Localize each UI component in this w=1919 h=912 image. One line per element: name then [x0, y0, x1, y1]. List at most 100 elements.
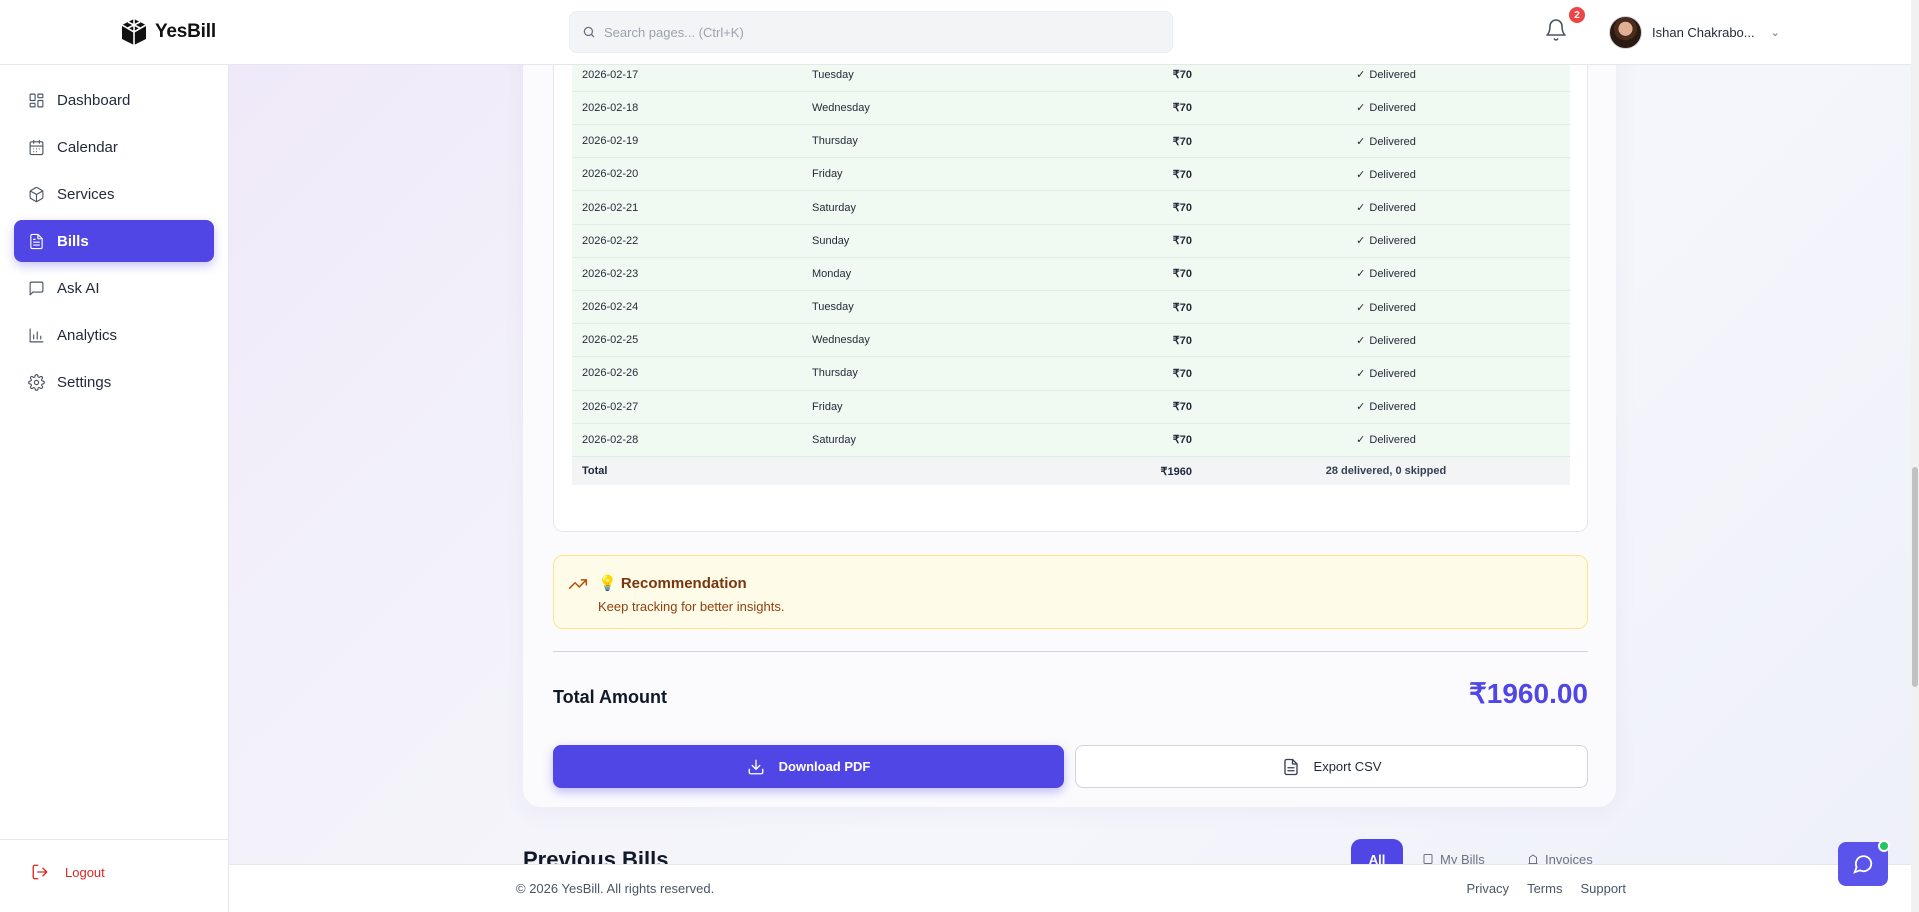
status-label: Delivered	[1369, 202, 1416, 215]
amount-cell: ₹70	[1172, 102, 1192, 115]
amount-cell: ₹70	[1172, 401, 1192, 414]
day-cell: Thursday	[812, 135, 858, 148]
sidebar-nav: Dashboard Calendar Services Bills Ask AI…	[0, 65, 228, 403]
page-footer: © 2026 YesBill. All rights reserved. Pri…	[229, 864, 1919, 912]
table-total-row: Total ₹1960 28 delivered, 0 skipped	[572, 456, 1570, 486]
date-cell: 2026-02-19	[582, 135, 639, 148]
sidebar-item-label: Ask AI	[57, 279, 100, 297]
status-label: Delivered	[1369, 235, 1416, 248]
sidebar-item-label: Services	[57, 185, 115, 203]
sidebar-item-dashboard[interactable]: Dashboard	[14, 79, 214, 121]
status-label: Delivered	[1369, 401, 1416, 414]
chat-icon	[29, 281, 44, 295]
table-row: 2026-02-27 Friday ₹70 ✓ Delivered	[572, 390, 1570, 424]
scrollbar-thumb[interactable]	[1912, 467, 1918, 687]
date-cell: 2026-02-17	[582, 68, 639, 81]
box-icon	[29, 186, 44, 202]
sidebar-item-settings[interactable]: Settings	[14, 361, 214, 403]
check-icon: ✓	[1356, 69, 1366, 82]
file-icon	[1283, 758, 1298, 775]
date-cell: 2026-02-28	[582, 433, 639, 446]
table-row: 2026-02-24 Tuesday ₹70 ✓ Delivered	[572, 290, 1570, 324]
check-icon: ✓	[1356, 202, 1366, 215]
date-cell: 2026-02-25	[582, 334, 639, 347]
file-text-icon	[30, 233, 43, 249]
amount-cell: ₹70	[1172, 367, 1192, 380]
app-name: YesBill	[155, 21, 216, 42]
amount-cell: ₹70	[1172, 202, 1192, 215]
status-label: Delivered	[1369, 168, 1416, 181]
sidebar-item-services[interactable]: Services	[14, 173, 214, 215]
message-circle-icon	[1853, 855, 1873, 874]
user-menu[interactable]: Ishan Chakrabo... ⌄	[1609, 16, 1780, 49]
table-row: 2026-02-22 Sunday ₹70 ✓ Delivered	[572, 224, 1570, 258]
search-input[interactable]	[604, 24, 1172, 40]
amount-cell: ₹70	[1172, 301, 1192, 314]
sidebar-item-analytics[interactable]: Analytics	[14, 314, 214, 356]
logo-cube-icon	[121, 19, 147, 45]
recommendation-text: Keep tracking for better insights.	[598, 599, 785, 614]
total-amount-cell: ₹1960	[1160, 465, 1192, 478]
chevron-down-icon: ⌄	[1770, 27, 1780, 39]
status-label: Delivered	[1369, 301, 1416, 314]
logout-icon	[32, 864, 48, 880]
status-cell: ✓ Delivered	[1202, 158, 1570, 191]
logout-button[interactable]: Logout	[31, 863, 105, 881]
day-cell: Monday	[812, 267, 852, 280]
status-cell: ✓ Delivered	[1202, 91, 1570, 124]
chat-support-button[interactable]	[1838, 840, 1890, 886]
download-pdf-label: Download PDF	[778, 759, 871, 774]
app-logo[interactable]: YesBill	[119, 17, 216, 47]
export-csv-button[interactable]: Export CSV	[1075, 745, 1588, 788]
notification-bell-icon[interactable]	[1544, 18, 1568, 42]
day-cell: Saturday	[812, 201, 857, 214]
amount-cell: ₹70	[1172, 135, 1192, 148]
table-row: 2026-02-18 Wednesday ₹70 ✓ Delivered	[572, 91, 1570, 125]
daily-breakdown-table: 2026-02-16Monday₹70✓Delivered2026-02-17T…	[572, 65, 1570, 486]
check-icon: ✓	[1356, 268, 1366, 281]
check-icon: ✓	[1356, 301, 1366, 314]
check-icon: ✓	[1356, 235, 1366, 248]
footer-link-terms[interactable]: Terms	[1527, 881, 1562, 896]
footer-link-support[interactable]: Support	[1580, 881, 1626, 896]
table-row: 2026-02-21 Saturday ₹70 ✓ Delivered	[572, 190, 1570, 225]
check-icon: ✓	[1356, 334, 1366, 347]
daily-breakdown-table-container: 2026-02-16Monday₹70✓Delivered2026-02-17T…	[553, 65, 1588, 532]
status-cell: ✓ Delivered	[1202, 65, 1570, 91]
sidebar-item-label: Dashboard	[57, 91, 131, 109]
check-icon: ✓	[1356, 401, 1366, 414]
day-cell: Thursday	[812, 367, 858, 380]
sidebar-item-calendar[interactable]: Calendar	[14, 126, 214, 168]
table-row: 2026-02-20 Friday ₹70 ✓ Delivered	[572, 157, 1570, 191]
main-content: 2026-02-16Monday₹70✓Delivered2026-02-17T…	[229, 65, 1919, 912]
status-cell: ✓ Delivered	[1202, 224, 1570, 257]
amount-cell: ₹70	[1172, 434, 1192, 447]
status-label: Delivered	[1369, 102, 1416, 115]
calendar-icon	[29, 139, 44, 155]
status-label: Delivered	[1369, 334, 1416, 347]
day-cell: Friday	[812, 400, 843, 413]
table-row: 2026-02-23 Monday ₹70 ✓ Delivered	[572, 257, 1570, 291]
sidebar-item-ask-ai[interactable]: Ask AI	[14, 267, 214, 309]
date-cell: 2026-02-27	[582, 400, 639, 413]
total-summary-cell: 28 delivered, 0 skipped	[1325, 465, 1447, 478]
download-icon	[748, 759, 764, 774]
sidebar-item-bills[interactable]: Bills	[14, 220, 214, 262]
scrollbar-track[interactable]	[1911, 0, 1919, 912]
download-pdf-button[interactable]: Download PDF	[553, 745, 1064, 788]
date-cell: 2026-02-24	[582, 301, 639, 314]
sidebar-item-label: Settings	[57, 373, 112, 391]
bar-chart-icon	[29, 328, 44, 342]
status-cell: ✓ Delivered	[1202, 423, 1570, 456]
table-row: 2026-02-26 Thursday ₹70 ✓ Delivered	[572, 356, 1570, 391]
status-label: Delivered	[1369, 69, 1416, 82]
footer-links: Privacy Terms Support	[1466, 881, 1626, 896]
status-label: Delivered	[1369, 434, 1416, 447]
check-icon: ✓	[1356, 367, 1366, 380]
sidebar-item-label: Analytics	[57, 326, 118, 344]
footer-link-privacy[interactable]: Privacy	[1466, 881, 1509, 896]
check-icon: ✓	[1356, 135, 1366, 148]
search-bar[interactable]	[569, 11, 1173, 53]
sidebar: Dashboard Calendar Services Bills Ask AI…	[0, 65, 229, 912]
bill-details-card: 2026-02-16Monday₹70✓Delivered2026-02-17T…	[523, 65, 1616, 807]
